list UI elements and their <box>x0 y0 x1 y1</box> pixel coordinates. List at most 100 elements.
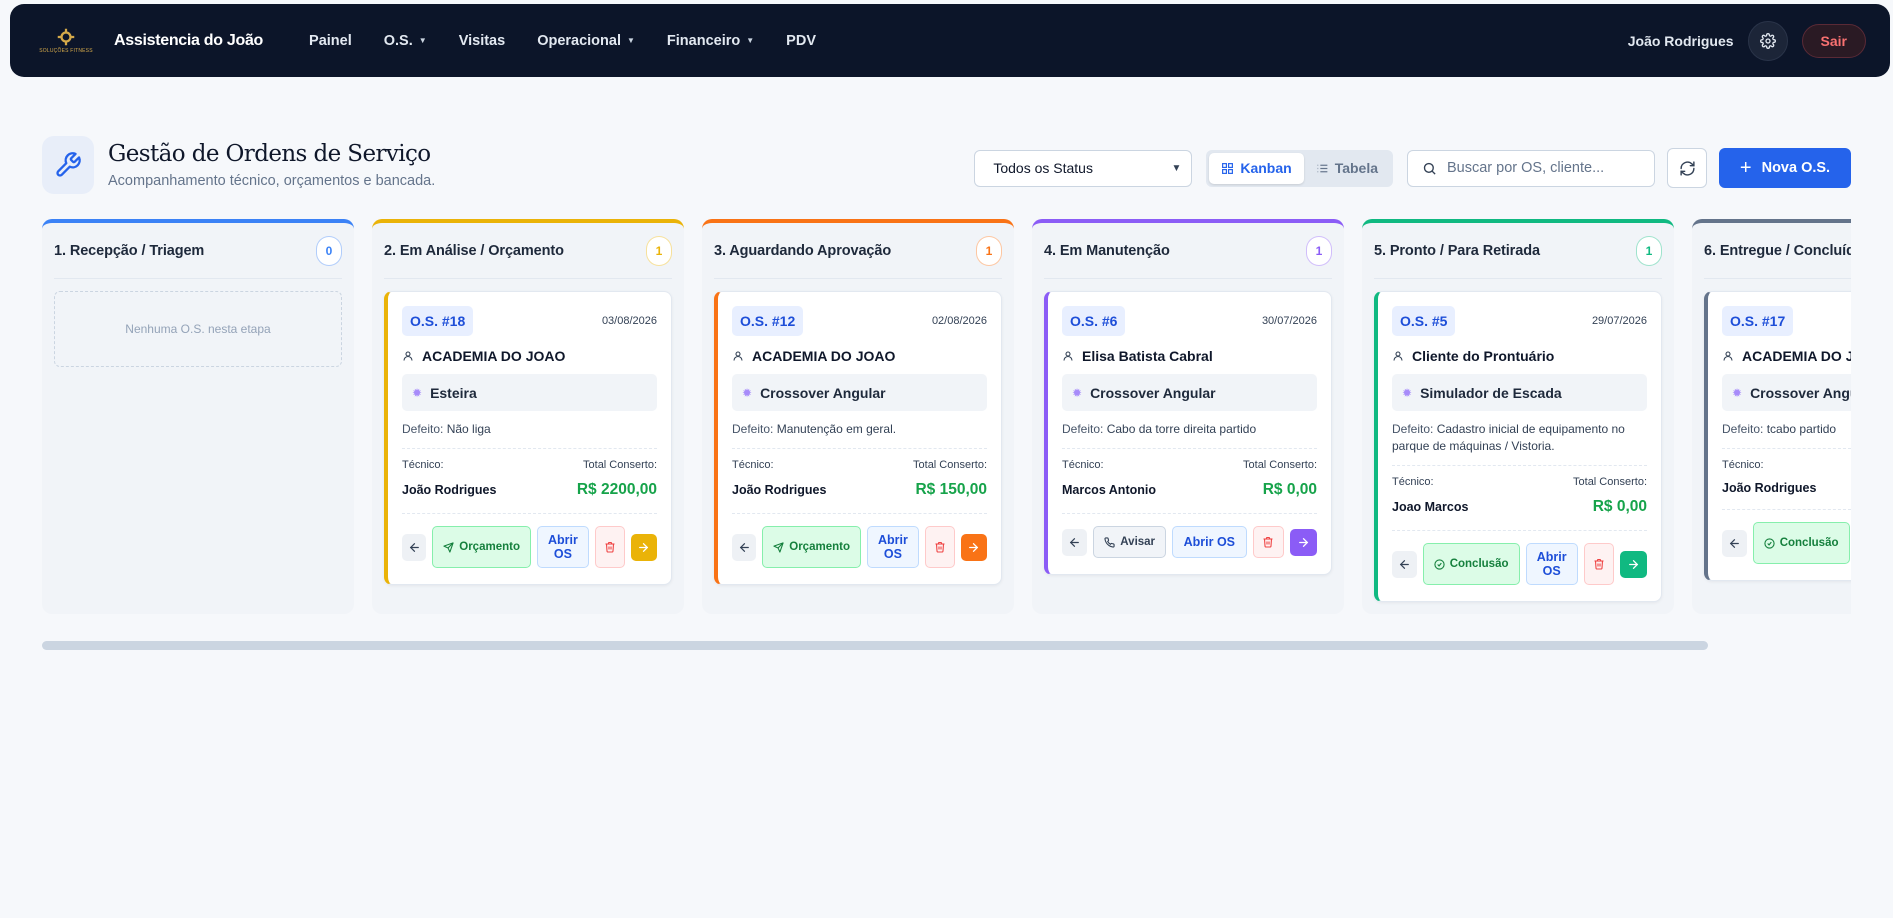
search-box <box>1407 149 1655 187</box>
total-label: Total Conserto: <box>913 459 987 471</box>
technician-label: Técnico: <box>402 459 444 471</box>
gear-icon: ✹ <box>412 385 423 400</box>
equipment-box: ✹ Simulador de Escada <box>1392 374 1647 411</box>
wrench-icon <box>56 152 81 177</box>
move-next-button[interactable] <box>1620 550 1647 578</box>
os-number[interactable]: O.S. #18 <box>402 306 474 336</box>
open-os-button[interactable]: Abrir OS <box>1172 526 1247 558</box>
move-next-button[interactable] <box>960 533 987 561</box>
move-next-button[interactable] <box>630 533 657 561</box>
kanban-column-3: 3. Aguardando Aprovação 1 O.S. #12 02/08/20… <box>702 219 1014 614</box>
move-back-button[interactable] <box>1722 529 1747 557</box>
primary-action-button[interactable]: Conclusão <box>1752 522 1850 564</box>
technician-label: Técnico: <box>1392 476 1434 488</box>
user-icon <box>1393 351 1403 361</box>
gear-icon: ✹ <box>1072 385 1083 400</box>
total-value: R$ 0,00 <box>1592 498 1647 515</box>
horizontal-scrollbar[interactable] <box>42 641 1708 650</box>
move-next-button[interactable] <box>1289 528 1317 556</box>
arrow-right-icon <box>1629 559 1639 569</box>
primary-action-button[interactable]: Avisar <box>1093 526 1167 558</box>
os-date: 29/07/2026 <box>1591 315 1647 327</box>
column-header: 3. Aguardando Aprovação 1 <box>714 223 1002 279</box>
send-icon <box>443 541 454 553</box>
brand-name[interactable]: Assistencia do João <box>114 32 263 50</box>
os-card[interactable]: O.S. #12 02/08/2026 ACADEMIA DO JOAO ✹ Cross… <box>714 291 1002 585</box>
user-icon <box>733 351 743 361</box>
status-filter-select[interactable]: Todos os Status ▼ <box>974 149 1193 187</box>
nav-link-4[interactable]: Financeiro ▼ <box>667 33 754 49</box>
arrow-right-icon <box>1298 537 1309 547</box>
kanban-column-5: 5. Pronto / Para Retirada 1 O.S. #5 29/07/2… <box>1362 219 1674 614</box>
move-back-button[interactable] <box>402 533 427 561</box>
logout-button[interactable]: Sair <box>1801 23 1866 58</box>
technician-name: João Rodrigues <box>732 483 827 497</box>
card-actions: ConclusãoAbrir OS <box>1722 509 1851 564</box>
send-icon <box>773 541 784 553</box>
technician-label: Técnico: <box>732 459 774 471</box>
card-actions: Orçamento Abrir OS <box>732 513 987 568</box>
caret-down-icon: ▼ <box>627 36 635 45</box>
tab-tabela[interactable]: Tabela <box>1304 153 1390 184</box>
settings-button[interactable] <box>1747 20 1788 61</box>
os-number[interactable]: O.S. #6 <box>1062 306 1126 336</box>
user-name[interactable]: João Rodrigues <box>1628 33 1734 49</box>
defect-text: Defeito: Cadastro inicial de equipamento… <box>1392 422 1625 453</box>
nav-link-0[interactable]: Painel <box>309 33 352 49</box>
card-actions: Orçamento Abrir OS <box>402 513 657 568</box>
nav-link-5[interactable]: PDV <box>786 33 816 49</box>
os-number[interactable]: O.S. #12 <box>732 306 804 336</box>
column-header: 4. Em Manutenção 1 <box>1044 223 1332 279</box>
kanban-column-1: 1. Recepção / Triagem 0 Nenhuma O.S. nesta… <box>42 219 354 614</box>
refresh-button[interactable] <box>1667 148 1707 188</box>
os-card[interactable]: O.S. #5 29/07/2026 Cliente do Prontuário ✹ S… <box>1374 291 1662 602</box>
tab-kanban[interactable]: Kanban <box>1209 152 1304 184</box>
gear-icon <box>1759 32 1776 49</box>
card-actions: ConclusãoAbrir OS <box>1392 530 1647 585</box>
total-label: Total Conserto: <box>583 459 657 471</box>
equipment-box: ✹Crossover Angular <box>1062 374 1317 411</box>
move-back-button[interactable] <box>1392 550 1417 578</box>
primary-action-button[interactable]: Conclusão <box>1422 543 1520 585</box>
os-card[interactable]: O.S. #6 30/07/2026 Elisa Batista Cabral ✹ Cr… <box>1044 291 1332 575</box>
delete-button[interactable] <box>924 526 955 568</box>
arrow-right-icon <box>639 542 649 552</box>
move-back-button[interactable] <box>732 533 757 561</box>
technician-name: João Rodrigues <box>1722 481 1817 495</box>
arrow-left-icon <box>1729 538 1739 548</box>
primary-action-button[interactable]: Orçamento <box>432 526 531 568</box>
open-os-button[interactable]: Abrir OS <box>866 526 919 568</box>
move-back-button[interactable] <box>1062 528 1088 556</box>
refresh-icon <box>1679 160 1695 176</box>
os-number[interactable]: O.S. #17 <box>1722 306 1794 336</box>
technician-label: Técnico: <box>1062 459 1104 471</box>
nav-link-2[interactable]: Visitas <box>459 33 506 49</box>
wrench-badge <box>42 136 94 194</box>
nav-links: Painel O.S. ▼ Visitas Operacional ▼ Financeiro… <box>309 33 848 49</box>
new-os-button[interactable]: + Nova O.S. <box>1719 148 1851 188</box>
total-value: R$ 150,00 <box>915 481 987 498</box>
delete-button[interactable] <box>594 526 625 568</box>
os-number[interactable]: O.S. #5 <box>1392 306 1456 336</box>
delete-button[interactable] <box>1252 526 1284 558</box>
nav-link-1[interactable]: O.S. ▼ <box>384 33 427 49</box>
search-input[interactable] <box>1447 160 1637 176</box>
primary-action-button[interactable]: Orçamento <box>762 526 861 568</box>
arrow-left-icon <box>1070 537 1080 547</box>
arrow-left-icon <box>739 542 749 552</box>
column-title: 5. Pronto / Para Retirada <box>1374 242 1540 259</box>
gear-icon: ✹ <box>1402 385 1413 400</box>
os-card[interactable]: O.S. #18 03/08/2026 ACADEMIA DO JOAO ✹ Estei… <box>384 291 672 585</box>
nav-link-3[interactable]: Operacional ▼ <box>537 33 635 49</box>
gear-logo-icon <box>57 28 75 45</box>
delete-button[interactable] <box>1583 543 1615 585</box>
os-card[interactable]: O.S. #17 ACADEMIA DO JOAO ✹Crossover Angul… <box>1704 291 1851 581</box>
open-os-button[interactable]: Abrir OS <box>1525 543 1578 585</box>
open-os-button[interactable]: Abrir OS <box>536 526 589 568</box>
caret-down-icon: ▼ <box>418 36 427 45</box>
brand-logo[interactable]: SOLUÇÕES FITNESS <box>39 23 93 59</box>
technician-name: Marcos Antonio <box>1062 483 1156 497</box>
column-title: 4. Em Manutenção <box>1044 242 1170 259</box>
defect-text: Defeito: Não liga <box>402 422 491 436</box>
technician-name: Joao Marcos <box>1392 500 1469 514</box>
